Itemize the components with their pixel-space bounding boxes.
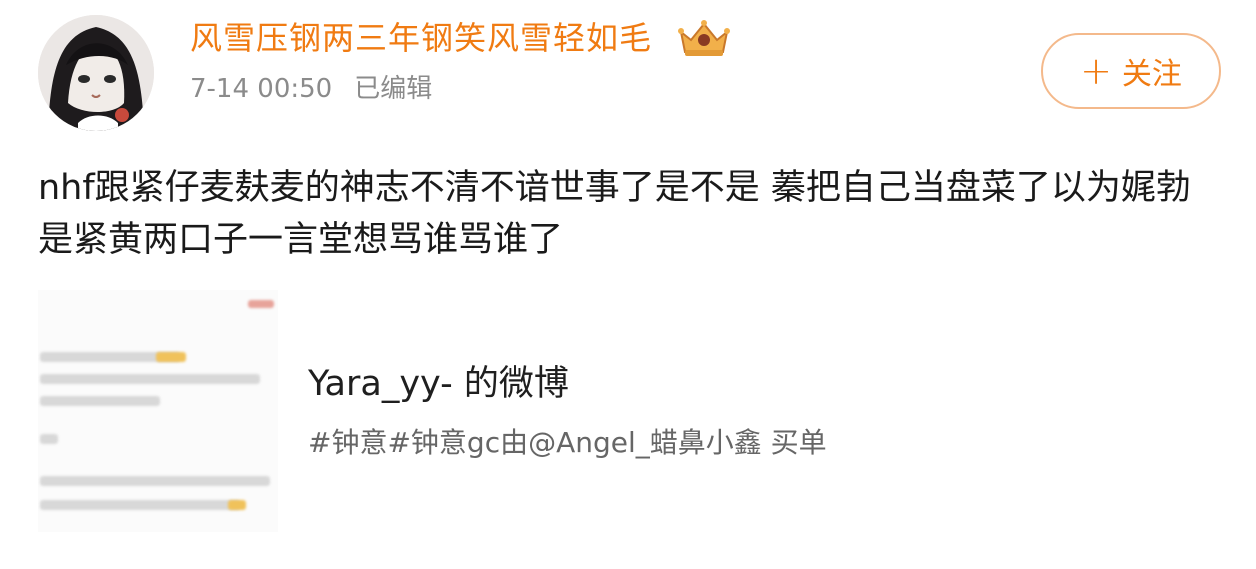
post-timestamp: 7-14 00:50 <box>190 74 333 104</box>
follow-label: 关注 <box>1121 57 1182 92</box>
post-body: nhf跟紧仔麦麸麦的神志不清不谙世事了是不是 蓁把自己当盘菜了以为娓勃是紧黄两口… <box>38 168 1191 260</box>
share-card-thumbnail[interactable] <box>38 290 278 532</box>
follow-button[interactable]: + 关注 <box>1041 33 1221 109</box>
author-avatar[interactable] <box>38 15 154 131</box>
plus-icon: + <box>1080 49 1112 93</box>
post-meta: 7-14 00:50 已编辑 <box>190 72 432 106</box>
edited-label: 已编辑 <box>354 74 433 104</box>
author-name[interactable]: 风雪压钢两三年钢笑风雪轻如毛 <box>190 18 652 58</box>
share-card-subtitle: #钟意#钟意gc由@Angel_蜡鼻小鑫 买单 <box>308 426 827 459</box>
crown-badge-icon <box>678 20 730 56</box>
share-card-title[interactable]: Yara_yy- 的微博 <box>308 362 569 406</box>
